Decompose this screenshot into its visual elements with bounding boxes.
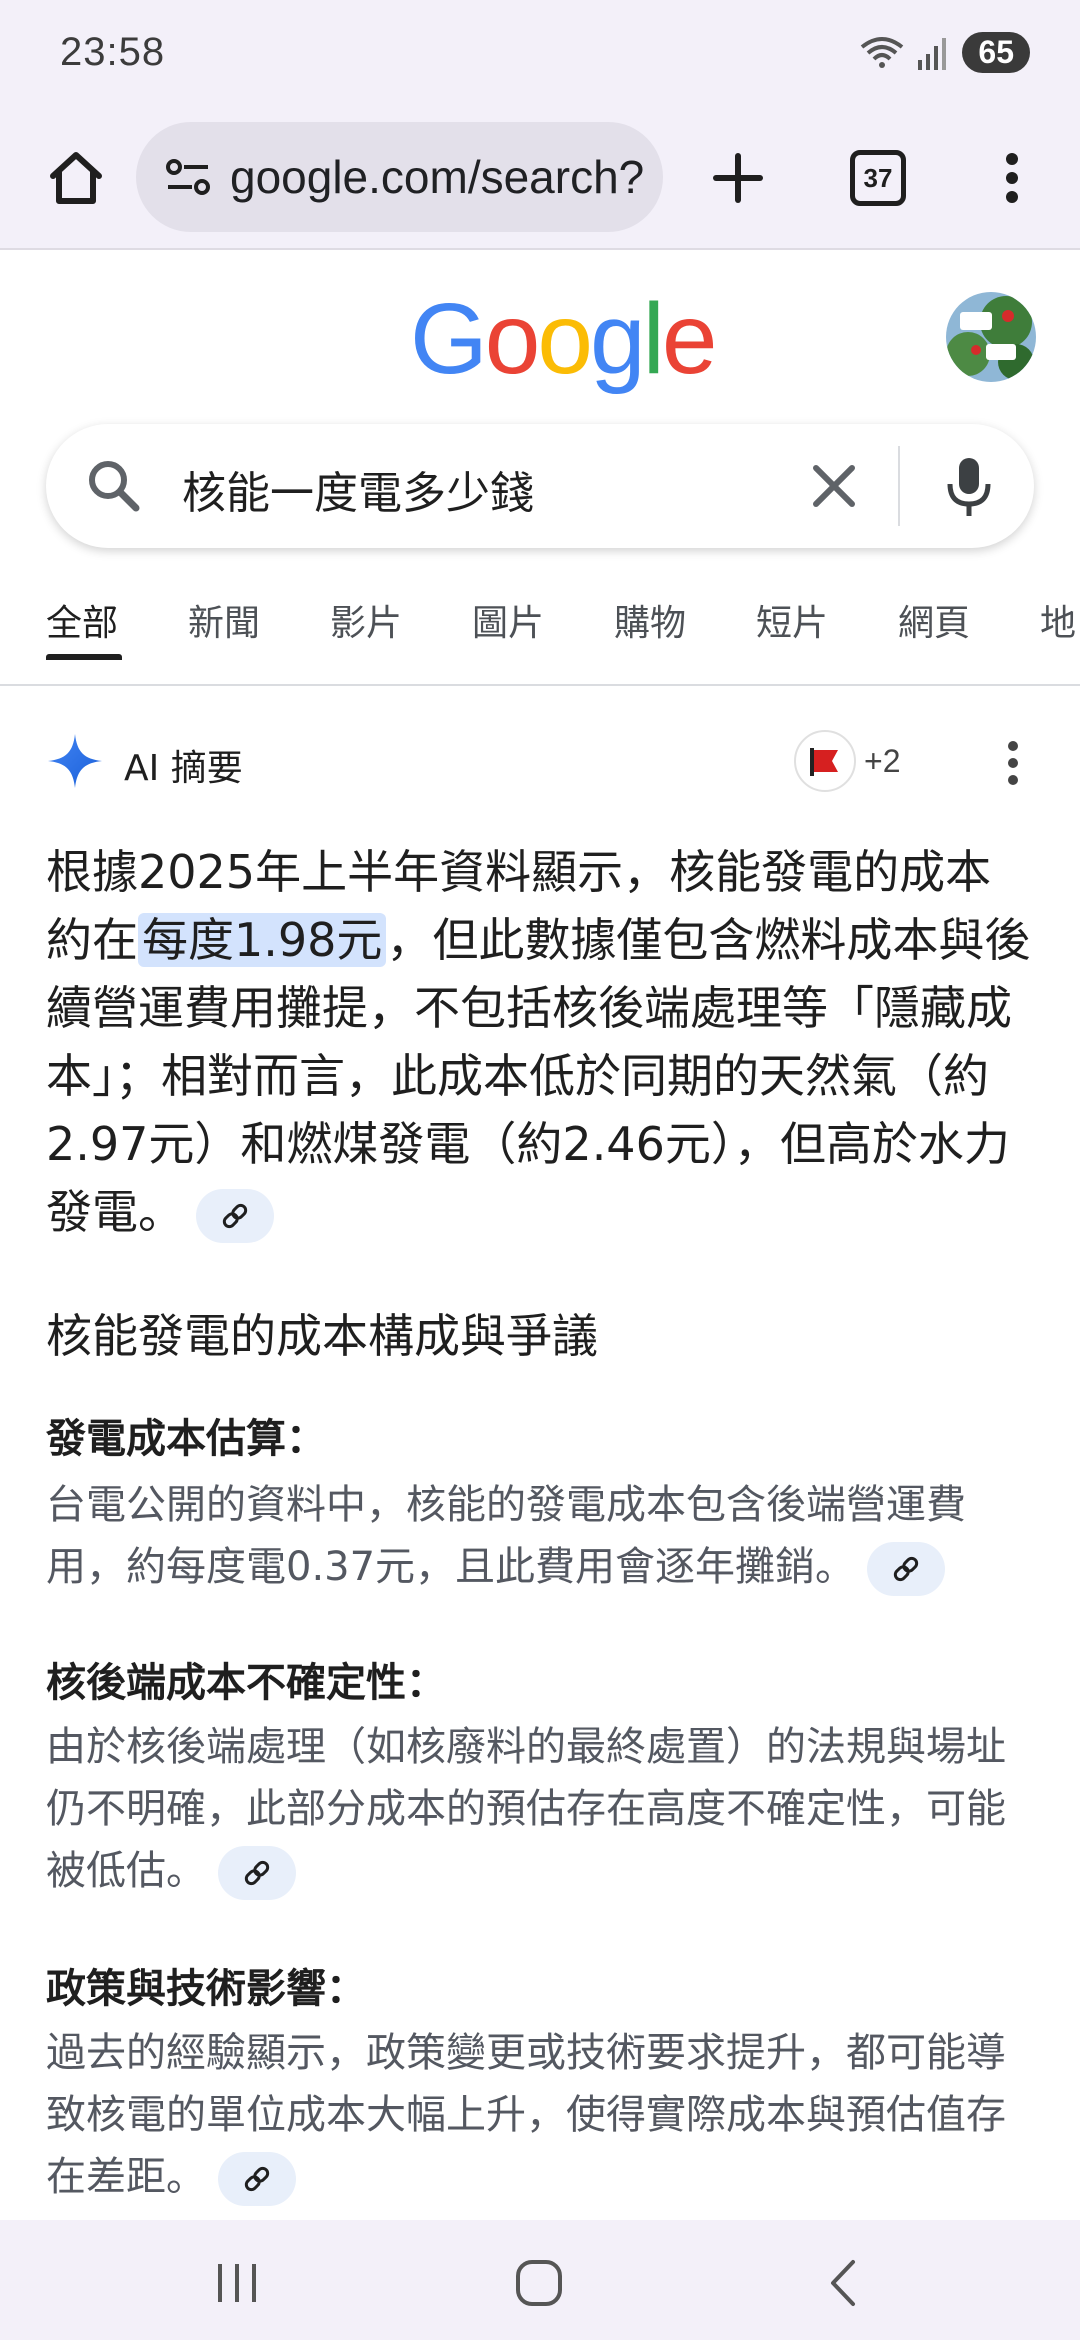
item-body: 台電公開的資料中，核能的發電成本包含後端營運費用，約每度電0.37元，且此費用會… [46,1474,1041,1598]
more-vert-icon[interactable] [1000,738,1026,788]
link-icon [244,2166,270,2192]
new-tab-button[interactable] [700,140,776,216]
item-title: 發電成本估算： [46,1416,326,1462]
ai-overview-header: AI 摘要 +2 [46,730,1036,794]
recents-icon [218,2264,256,2302]
citation-link-button[interactable] [196,1188,274,1243]
item-body-text: 過去的經驗顯示，政策變更或技術要求提升，都可能導致核電的單位成本大幅上升，使得實… [46,2030,1006,2200]
tab-count: 37 [850,150,906,206]
tab-all[interactable]: 全部 [46,594,118,646]
search-tabs: 全部 新聞 影片 圖片 購物 短片 網頁 地 [0,580,1080,686]
summary-highlight[interactable]: 每度1.98元 [138,913,387,967]
item-body: 過去的經驗顯示，政策變更或技術要求提升，都可能導致核電的單位成本大幅上升，使得實… [46,2022,1041,2208]
active-tab-indicator [46,654,122,660]
citation-link-button[interactable] [218,1846,296,1900]
nav-home-button[interactable] [504,2256,574,2310]
back-button[interactable] [808,2256,878,2310]
signal-icon [918,37,947,70]
battery-indicator: 65 [962,32,1030,73]
search-input[interactable]: 核能一度電多少錢 [182,457,534,521]
source-favicon [794,730,856,792]
plus-icon [713,153,763,203]
item-title: 核後端成本不確定性： [46,1660,446,1706]
google-logo[interactable]: Google [410,282,718,397]
tab-images[interactable]: 圖片 [472,594,544,646]
search-icon[interactable] [82,454,146,518]
home-button[interactable] [38,140,114,216]
tab-news[interactable]: 新聞 [188,594,260,646]
citation-link-button[interactable] [218,2152,296,2206]
logo-letter: l [642,283,665,395]
item-body-text: 由於核後端處理（如核廢料的最終處置）的法規與場址仍不明確，此部分成本的預估存在高… [46,1724,1006,1894]
citation-link-button[interactable] [867,1542,946,1596]
site-settings-icon[interactable] [158,147,218,207]
browser-toolbar: google.com/search? 37 [0,110,1080,250]
logo-letter: o [484,283,541,395]
tab-web[interactable]: 網頁 [898,594,970,646]
search-box[interactable]: 核能一度電多少錢 [46,424,1034,548]
tab-switcher-button[interactable]: 37 [842,142,914,214]
more-vert-icon[interactable] [990,140,1034,216]
item-body-text: 台電公開的資料中，核能的發電成本包含後端營運費用，約每度電0.37元，且此費用會… [46,1482,966,1590]
tab-short-videos[interactable]: 短片 [756,594,828,646]
sources-more-count: +2 [864,742,901,779]
address-bar[interactable]: google.com/search? [136,122,663,232]
search-divider [898,446,900,526]
tab-videos[interactable]: 影片 [330,594,402,646]
ai-summary-text: 根據2025年上半年資料顯示，核能發電的成本約在每度1.98元，但此數據僅包含燃… [46,838,1036,1246]
back-icon [831,2260,855,2306]
logo-letter: o [537,283,593,395]
account-avatar[interactable] [946,292,1036,382]
home-icon [50,152,102,204]
recents-button[interactable] [202,2256,272,2310]
sources-chip[interactable]: +2 [794,730,901,792]
mic-icon[interactable] [934,452,1004,522]
section-heading: 核能發電的成本構成與爭議 [46,1309,598,1363]
item-title: 政策與技術影響： [46,1966,366,2012]
gemini-sparkle-icon [48,734,102,788]
url-text: google.com/search? [230,151,645,203]
logo-letter: G [410,283,488,395]
nav-home-icon [516,2260,562,2306]
system-nav-bar [0,2220,1080,2340]
tab-shopping[interactable]: 購物 [614,594,686,646]
logo-letter: g [590,283,646,395]
ai-overview-title: AI 摘要 [124,748,243,789]
link-icon [244,1860,270,1886]
status-time: 23:58 [60,30,166,74]
status-bar: 23:58 65 [0,0,1080,110]
wifi-icon [861,36,904,68]
link-icon [893,1556,919,1582]
logo-letter: e [661,283,718,395]
item-body: 由於核後端處理（如核廢料的最終處置）的法規與場址仍不明確，此部分成本的預估存在高… [46,1716,1041,1902]
status-icons: 65 [860,32,1030,73]
tab-maps[interactable]: 地 [1040,594,1076,646]
link-icon [222,1203,248,1228]
close-icon[interactable] [804,456,864,516]
